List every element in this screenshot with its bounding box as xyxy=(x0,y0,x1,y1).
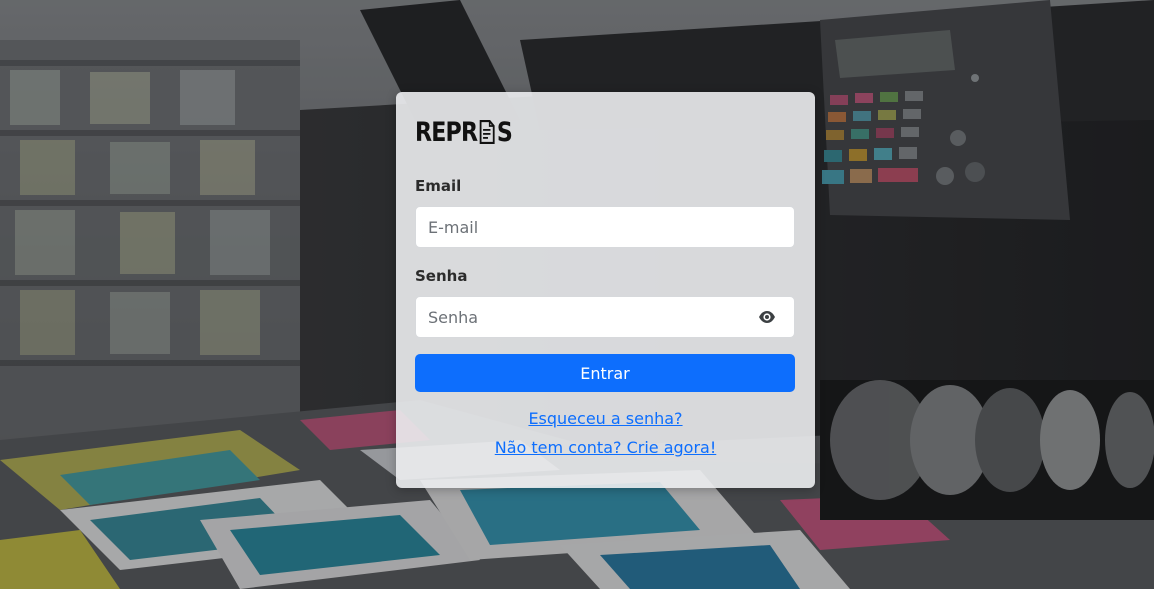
document-icon xyxy=(479,120,495,144)
forgot-password-link[interactable]: Esqueceu a senha? xyxy=(528,409,682,428)
brand-logo: REPR S xyxy=(415,116,513,148)
password-label: Senha xyxy=(415,267,468,285)
eye-icon[interactable] xyxy=(758,310,776,324)
forgot-password-container: Esqueceu a senha? xyxy=(396,409,815,428)
email-field-wrapper xyxy=(415,206,795,248)
create-account-container: Não tem conta? Crie agora! xyxy=(396,438,815,457)
create-account-link[interactable]: Não tem conta? Crie agora! xyxy=(495,438,717,457)
password-input[interactable] xyxy=(416,297,760,337)
logo-text-right: S xyxy=(496,116,513,148)
email-input[interactable] xyxy=(416,207,760,247)
login-button[interactable]: Entrar xyxy=(415,354,795,392)
logo-text-left: REPR xyxy=(415,116,478,148)
email-label: Email xyxy=(415,177,462,195)
login-card: REPR S Email Senha Entrar Esqueceu a sen… xyxy=(396,92,815,488)
password-field-wrapper xyxy=(415,296,795,338)
